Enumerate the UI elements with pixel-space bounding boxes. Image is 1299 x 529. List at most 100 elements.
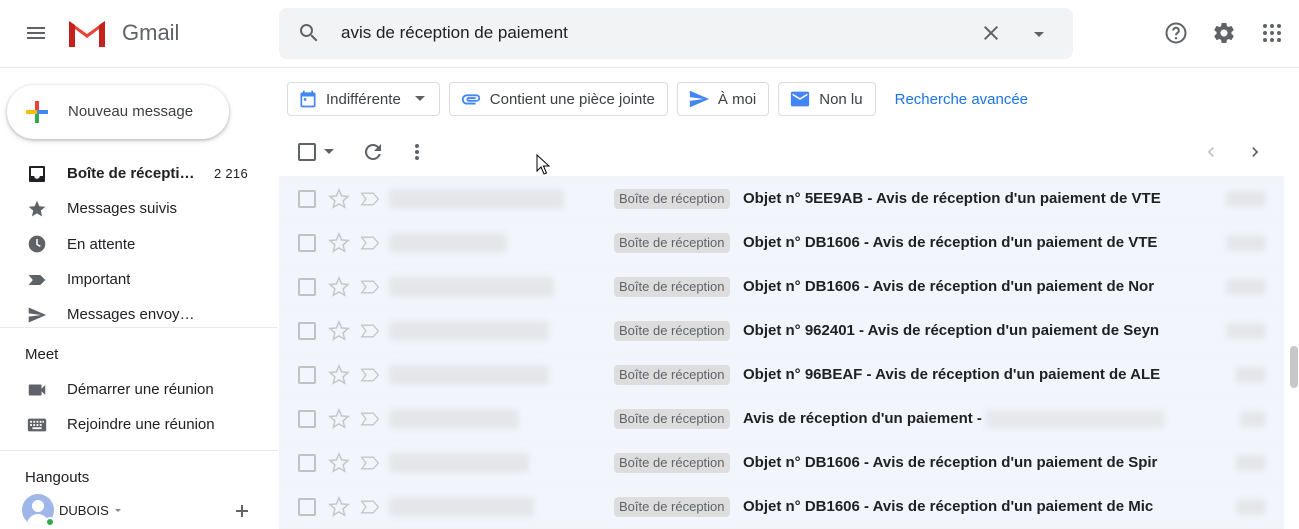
- sidebar-item-important[interactable]: Important: [0, 262, 278, 297]
- sender-blurred: [389, 233, 507, 253]
- email-row[interactable]: Boîte de réception Objet n° DB1606 - Avi…: [279, 485, 1284, 529]
- select-all-checkbox[interactable]: [298, 143, 316, 161]
- important-marker-icon[interactable]: [360, 498, 380, 521]
- hangouts-user[interactable]: DUBOIS: [22, 494, 123, 527]
- date-filter-label: Indifférente: [326, 90, 401, 108]
- main-menu-button[interactable]: [14, 11, 58, 55]
- apps-button[interactable]: [1255, 16, 1289, 50]
- unread-count: 2 216: [213, 166, 248, 182]
- email-row[interactable]: Boîte de réception Objet n° 5EE9AB - Avi…: [279, 177, 1284, 221]
- email-subject: Objet n° DB1606 - Avis de réception d'un…: [743, 234, 1158, 251]
- plus-icon: [236, 505, 248, 517]
- search-icon[interactable]: [297, 21, 321, 50]
- email-row[interactable]: Boîte de réception Objet n° DB1606 - Avi…: [279, 265, 1284, 309]
- video-camera-icon: [25, 378, 49, 402]
- email-row[interactable]: Boîte de réception Objet n° DB1606 - Avi…: [279, 221, 1284, 265]
- clock-icon: [25, 232, 49, 256]
- send-icon: [688, 88, 710, 110]
- row-checkbox[interactable]: [298, 410, 316, 428]
- chevron-down-icon: [114, 509, 121, 512]
- clear-search-icon[interactable]: [979, 21, 1003, 50]
- send-icon: [25, 303, 49, 327]
- attachment-icon: [460, 88, 482, 110]
- row-checkbox[interactable]: [298, 190, 316, 208]
- sender-blurred: [389, 409, 519, 429]
- scrollbar-thumb[interactable]: [1290, 346, 1298, 388]
- more-options-icon[interactable]: [407, 140, 427, 164]
- inbox-icon: [25, 162, 49, 186]
- sidebar-item-inbox[interactable]: Boîte de réception 2 216: [0, 156, 278, 191]
- attachment-filter-chip[interactable]: Contient une pièce jointe: [448, 82, 668, 116]
- sidebar-item-snoozed[interactable]: En attente: [0, 227, 278, 262]
- row-checkbox[interactable]: [298, 234, 316, 252]
- important-marker-icon[interactable]: [360, 410, 380, 433]
- star-icon[interactable]: [328, 187, 350, 215]
- add-hangout-button[interactable]: [234, 503, 250, 524]
- row-checkbox[interactable]: [298, 498, 316, 516]
- gmail-logo[interactable]: Gmail: [66, 17, 179, 49]
- email-subject: Objet n° DB1606 - Avis de réception d'un…: [743, 278, 1155, 295]
- sidebar-item-label: En attente: [67, 235, 136, 253]
- sidebar-nav: Boîte de réception 2 216 Messages suivis…: [0, 156, 278, 332]
- important-icon: [25, 268, 49, 292]
- sender-blurred: [389, 453, 529, 473]
- to-me-filter-chip[interactable]: À moi: [676, 82, 770, 116]
- email-row[interactable]: Boîte de réception Objet n° DB1606 - Avi…: [279, 441, 1284, 485]
- row-checkbox[interactable]: [298, 322, 316, 340]
- star-icon[interactable]: [328, 275, 350, 303]
- settings-button[interactable]: [1207, 16, 1241, 50]
- search-options-dropdown-icon[interactable]: [1031, 27, 1047, 45]
- star-icon[interactable]: [328, 319, 350, 347]
- email-row[interactable]: Boîte de réception Avis de réception d'u…: [279, 397, 1284, 441]
- email-row[interactable]: Boîte de réception Objet n° 962401 - Avi…: [279, 309, 1284, 353]
- meet-nav: Démarrer une réunion Rejoindre une réuni…: [0, 372, 278, 443]
- to-me-filter-label: À moi: [717, 90, 757, 108]
- unread-filter-chip[interactable]: Non lu: [778, 82, 876, 116]
- app-name: Gmail: [122, 20, 180, 45]
- meet-item-label: Rejoindre une réunion: [67, 416, 215, 434]
- email-date-blurred: [1226, 323, 1266, 339]
- unread-filter-label: Non lu: [819, 90, 863, 108]
- select-dropdown-icon[interactable]: [323, 148, 335, 156]
- star-icon[interactable]: [328, 451, 350, 479]
- row-checkbox[interactable]: [298, 454, 316, 472]
- sidebar-item-starred[interactable]: Messages suivis: [0, 191, 278, 226]
- star-icon[interactable]: [328, 363, 350, 391]
- important-marker-icon[interactable]: [360, 190, 380, 213]
- help-button[interactable]: [1159, 16, 1193, 50]
- list-toolbar: [279, 132, 1284, 172]
- divider: [0, 327, 278, 328]
- email-date-blurred: [1240, 411, 1266, 427]
- email-row[interactable]: Boîte de réception Objet n° 96BEAF - Avi…: [279, 353, 1284, 397]
- label-badge: Boîte de réception: [614, 189, 730, 209]
- sidebar-item-label: Important: [67, 271, 131, 289]
- refresh-icon[interactable]: [361, 140, 385, 164]
- search-input[interactable]: avis de réception de paiement: [341, 23, 568, 43]
- important-marker-icon[interactable]: [360, 322, 380, 345]
- compose-plus-icon: [24, 99, 50, 130]
- important-marker-icon[interactable]: [360, 366, 380, 389]
- star-icon: [25, 197, 49, 221]
- star-icon[interactable]: [328, 407, 350, 435]
- important-marker-icon[interactable]: [360, 454, 380, 477]
- row-checkbox[interactable]: [298, 278, 316, 296]
- sender-blurred: [389, 321, 549, 341]
- compose-button[interactable]: Nouveau message: [7, 85, 229, 139]
- meet-join-meeting[interactable]: Rejoindre une réunion: [0, 407, 278, 442]
- star-icon[interactable]: [328, 495, 350, 523]
- newer-page-icon[interactable]: [1201, 142, 1221, 162]
- search-bar[interactable]: avis de réception de paiement: [279, 8, 1073, 59]
- advanced-search-link[interactable]: Recherche avancée: [895, 82, 1028, 116]
- row-checkbox[interactable]: [298, 366, 316, 384]
- important-marker-icon[interactable]: [360, 278, 380, 301]
- date-filter-chip[interactable]: Indifférente: [287, 82, 440, 116]
- meet-start-meeting[interactable]: Démarrer une réunion: [0, 372, 278, 407]
- star-icon[interactable]: [328, 231, 350, 259]
- important-marker-icon[interactable]: [360, 234, 380, 257]
- older-page-icon[interactable]: [1245, 142, 1265, 162]
- apps-grid-icon: [1263, 24, 1281, 42]
- chevron-down-icon: [414, 96, 425, 101]
- help-icon: [1165, 22, 1187, 44]
- email-date-blurred: [1226, 279, 1266, 295]
- gmail-m-icon: [69, 21, 105, 47]
